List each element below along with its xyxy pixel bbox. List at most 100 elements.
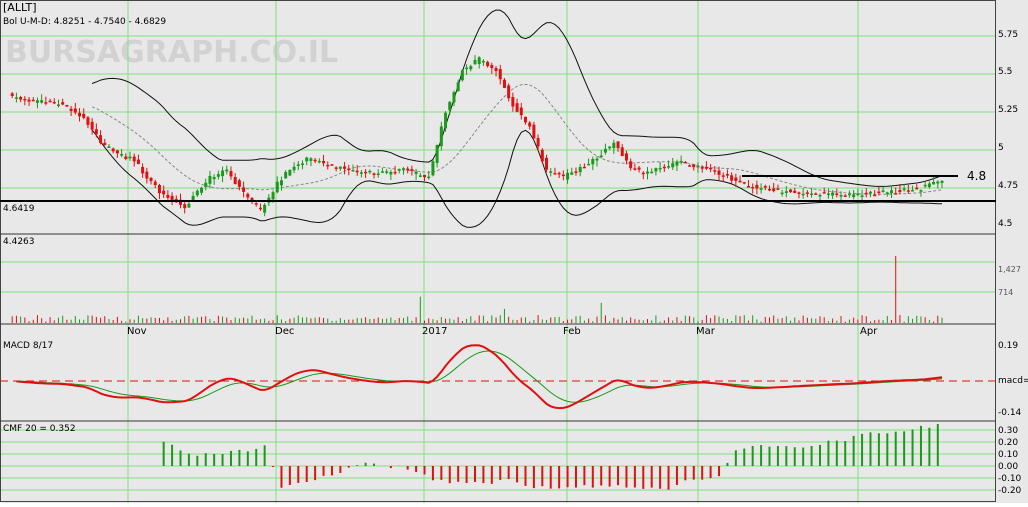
- candle-body: [364, 171, 368, 174]
- candle-body: [418, 175, 422, 177]
- candle-body: [469, 66, 473, 70]
- candle-body: [473, 59, 477, 65]
- candle-body: [704, 166, 708, 169]
- candle-body: [27, 99, 31, 102]
- candle-body: [730, 175, 734, 181]
- candle-body: [738, 180, 742, 183]
- candle-body: [570, 172, 574, 175]
- candle-body: [881, 190, 885, 192]
- candle-body: [48, 100, 52, 103]
- cmf-label: CMF 20 = 0.352: [3, 424, 76, 434]
- candle-body: [582, 166, 586, 169]
- candle-body: [873, 194, 877, 197]
- candle-body: [14, 97, 18, 99]
- candle-body: [322, 160, 326, 164]
- candle-body: [258, 207, 262, 210]
- month-label: Dec: [275, 326, 294, 337]
- candle-body: [439, 126, 443, 147]
- candle-body: [545, 157, 549, 170]
- candle-body: [721, 175, 725, 177]
- candle-body: [279, 180, 283, 186]
- candle-body: [309, 158, 313, 161]
- candle-body: [755, 184, 759, 189]
- candle-body: [242, 187, 246, 192]
- candle-body: [376, 173, 380, 175]
- candle-body: [136, 159, 140, 165]
- candle-body: [578, 166, 582, 173]
- candle-body: [460, 70, 464, 81]
- ticker-label: [ALLT]: [3, 1, 37, 14]
- candle-body: [641, 172, 645, 175]
- candle-body: [195, 190, 199, 196]
- candle-body: [120, 154, 124, 156]
- candle-body: [793, 190, 797, 193]
- candle-body: [162, 190, 166, 195]
- candle-body: [347, 168, 351, 171]
- candle-body: [671, 163, 675, 168]
- candle-body: [401, 168, 405, 170]
- candle-body: [683, 161, 687, 164]
- candle-body: [145, 171, 149, 179]
- candle-body: [313, 159, 317, 162]
- candle-body: [898, 189, 902, 193]
- candle-body: [528, 122, 532, 127]
- candle-body: [406, 168, 410, 171]
- candle-body: [385, 171, 389, 173]
- candle-body: [540, 149, 544, 162]
- candle-body: [852, 194, 856, 198]
- candle-body: [843, 195, 847, 197]
- candle-body: [52, 101, 56, 104]
- candle-body: [818, 194, 822, 197]
- candle-body: [940, 180, 944, 183]
- candle-body: [254, 203, 258, 205]
- month-label: Mar: [696, 326, 716, 337]
- candle-body: [334, 167, 338, 169]
- candle-body: [208, 175, 212, 184]
- candle-body: [490, 65, 494, 69]
- candle-body: [885, 192, 889, 194]
- candle-body: [35, 100, 39, 103]
- candle-body: [603, 148, 607, 153]
- candle-body: [789, 189, 793, 193]
- candle-body: [204, 182, 208, 187]
- price-tick: 5: [998, 143, 1004, 153]
- candle-body: [225, 169, 229, 172]
- candle-body: [536, 137, 540, 147]
- candle-body: [919, 190, 923, 192]
- watermark: BURSAGRAPH.CO.IL: [5, 35, 338, 70]
- candle-body: [814, 193, 818, 195]
- candle-body: [284, 172, 288, 179]
- candle-body: [296, 164, 300, 166]
- cmf-tick: 0.20: [998, 438, 1018, 448]
- candle-body: [330, 164, 334, 166]
- candle-body: [856, 193, 860, 196]
- candle-body: [637, 167, 641, 170]
- candle-body: [103, 142, 107, 146]
- candle-body: [40, 100, 44, 103]
- resistance-value-label: 4.8: [967, 169, 986, 183]
- candle-body: [56, 104, 60, 106]
- candle-body: [620, 147, 624, 157]
- stock-chart: BURSAGRAPH.CO.IL [ALLT] Bol U-M-D: 4.825…: [0, 0, 1028, 503]
- candle-body: [574, 171, 578, 173]
- candle-body: [692, 164, 696, 168]
- cmf-tick: 0.30: [998, 426, 1018, 436]
- candle-body: [124, 156, 128, 159]
- candle-body: [90, 121, 94, 130]
- candle-body: [187, 203, 191, 208]
- candle-body: [410, 169, 414, 171]
- candle-body: [864, 192, 868, 195]
- candle-body: [915, 187, 919, 190]
- candle-body: [906, 190, 910, 192]
- candle-body: [839, 195, 843, 197]
- candle-body: [149, 177, 153, 182]
- candle-body: [679, 160, 683, 163]
- candle-body: [894, 193, 898, 195]
- candle-body: [372, 173, 376, 175]
- macd-top-tick: 0.19: [998, 341, 1018, 351]
- candle-body: [10, 93, 14, 96]
- month-label: Nov: [127, 326, 147, 337]
- candle-body: [763, 186, 767, 188]
- candle-body: [452, 92, 456, 103]
- candle-body: [456, 82, 460, 92]
